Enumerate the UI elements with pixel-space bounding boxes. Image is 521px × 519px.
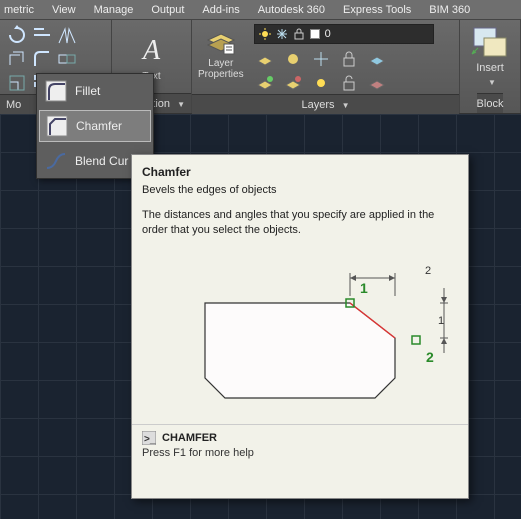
blend-curves-icon (45, 150, 67, 172)
menubar: metric View Manage Output Add-ins Autode… (0, 0, 521, 20)
copy-icon[interactable] (6, 48, 28, 70)
layers-title-text: Layers (301, 99, 334, 111)
flyout-label: Chamfer (76, 119, 122, 133)
chevron-down-icon: ▼ (342, 101, 350, 110)
tooltip-chamfer: Chamfer Bevels the edges of objects The … (131, 154, 469, 499)
stretch-icon[interactable] (56, 48, 78, 70)
tooltip-summary: Bevels the edges of objects (142, 183, 458, 198)
insert-block-icon[interactable] (470, 24, 510, 58)
chevron-down-icon: ▼ (488, 78, 496, 87)
layer-name: 0 (325, 28, 331, 40)
mirror-icon[interactable] (56, 24, 78, 46)
tooltip-command: >_ CHAMFER (142, 431, 458, 445)
command-prompt-icon: >_ (142, 431, 156, 445)
dim-label-1: 1 (360, 280, 368, 296)
menu-item-autodesk360[interactable]: Autodesk 360 (258, 4, 325, 16)
layer-freeze-icon[interactable] (310, 48, 332, 70)
fillet-icon (45, 80, 67, 102)
layer-dropdown[interactable]: 0 (254, 24, 434, 44)
scale-icon[interactable] (6, 72, 28, 94)
layer-properties-button[interactable]: Layer Properties (198, 24, 250, 80)
menu-item-view[interactable]: View (52, 4, 76, 16)
rotate-icon[interactable] (6, 24, 28, 46)
freeze-icon (276, 28, 288, 40)
chamfer-icon (46, 115, 68, 137)
block-panel-title[interactable]: Block (477, 93, 504, 113)
layer-iso-icon[interactable] (254, 72, 276, 94)
dim-top: 2 (425, 265, 431, 277)
layer-off-icon[interactable] (282, 48, 304, 70)
layer-lock-icon[interactable] (338, 48, 360, 70)
tooltip-hint: Press F1 for more help (142, 447, 458, 459)
layer-state-icon[interactable] (254, 48, 276, 70)
annotation-title-text: tion (152, 98, 170, 110)
dim-side: 1 (438, 315, 444, 327)
chevron-down-icon: ▼ (177, 100, 185, 109)
layer-uniso-icon[interactable] (282, 72, 304, 94)
layer-properties-label: Layer Properties (198, 58, 244, 80)
text-tool-icon[interactable]: A (143, 35, 160, 67)
tooltip-diagram: 1 2 2 1 (142, 248, 458, 418)
menu-item-expresstools[interactable]: Express Tools (343, 4, 411, 16)
insert-label: Insert (476, 62, 504, 74)
dim-label-2: 2 (426, 349, 434, 365)
color-swatch (310, 29, 320, 39)
fillet-dropdown-icon[interactable] (31, 48, 53, 70)
menu-item-manage[interactable]: Manage (94, 4, 134, 16)
sun-icon (259, 28, 271, 40)
modify-title-text: Mo (6, 99, 21, 111)
tooltip-command-text: CHAMFER (162, 432, 217, 444)
tooltip-title: Chamfer (142, 165, 458, 179)
layer-unlock-icon[interactable] (338, 72, 360, 94)
menu-item-output[interactable]: Output (151, 4, 184, 16)
flyout-item-fillet[interactable]: Fillet (37, 74, 153, 108)
tooltip-description: The distances and angles that you specif… (142, 208, 458, 238)
flyout-item-chamfer[interactable]: Chamfer (39, 110, 151, 142)
layer-current-icon[interactable] (366, 72, 388, 94)
layers-panel-title[interactable]: Layers ▼ (192, 94, 459, 114)
layer-thaw-icon[interactable] (310, 72, 332, 94)
flyout-label: Blend Cur (75, 154, 128, 168)
menu-item-bim360[interactable]: BIM 360 (429, 4, 470, 16)
svg-text:>_: >_ (144, 434, 156, 445)
menu-item-metric[interactable]: metric (4, 4, 34, 16)
lock-icon (293, 28, 305, 40)
menu-item-addins[interactable]: Add-ins (202, 4, 239, 16)
layer-match-icon[interactable] (366, 48, 388, 70)
flyout-label: Fillet (75, 84, 100, 98)
trim-icon[interactable] (31, 24, 53, 46)
